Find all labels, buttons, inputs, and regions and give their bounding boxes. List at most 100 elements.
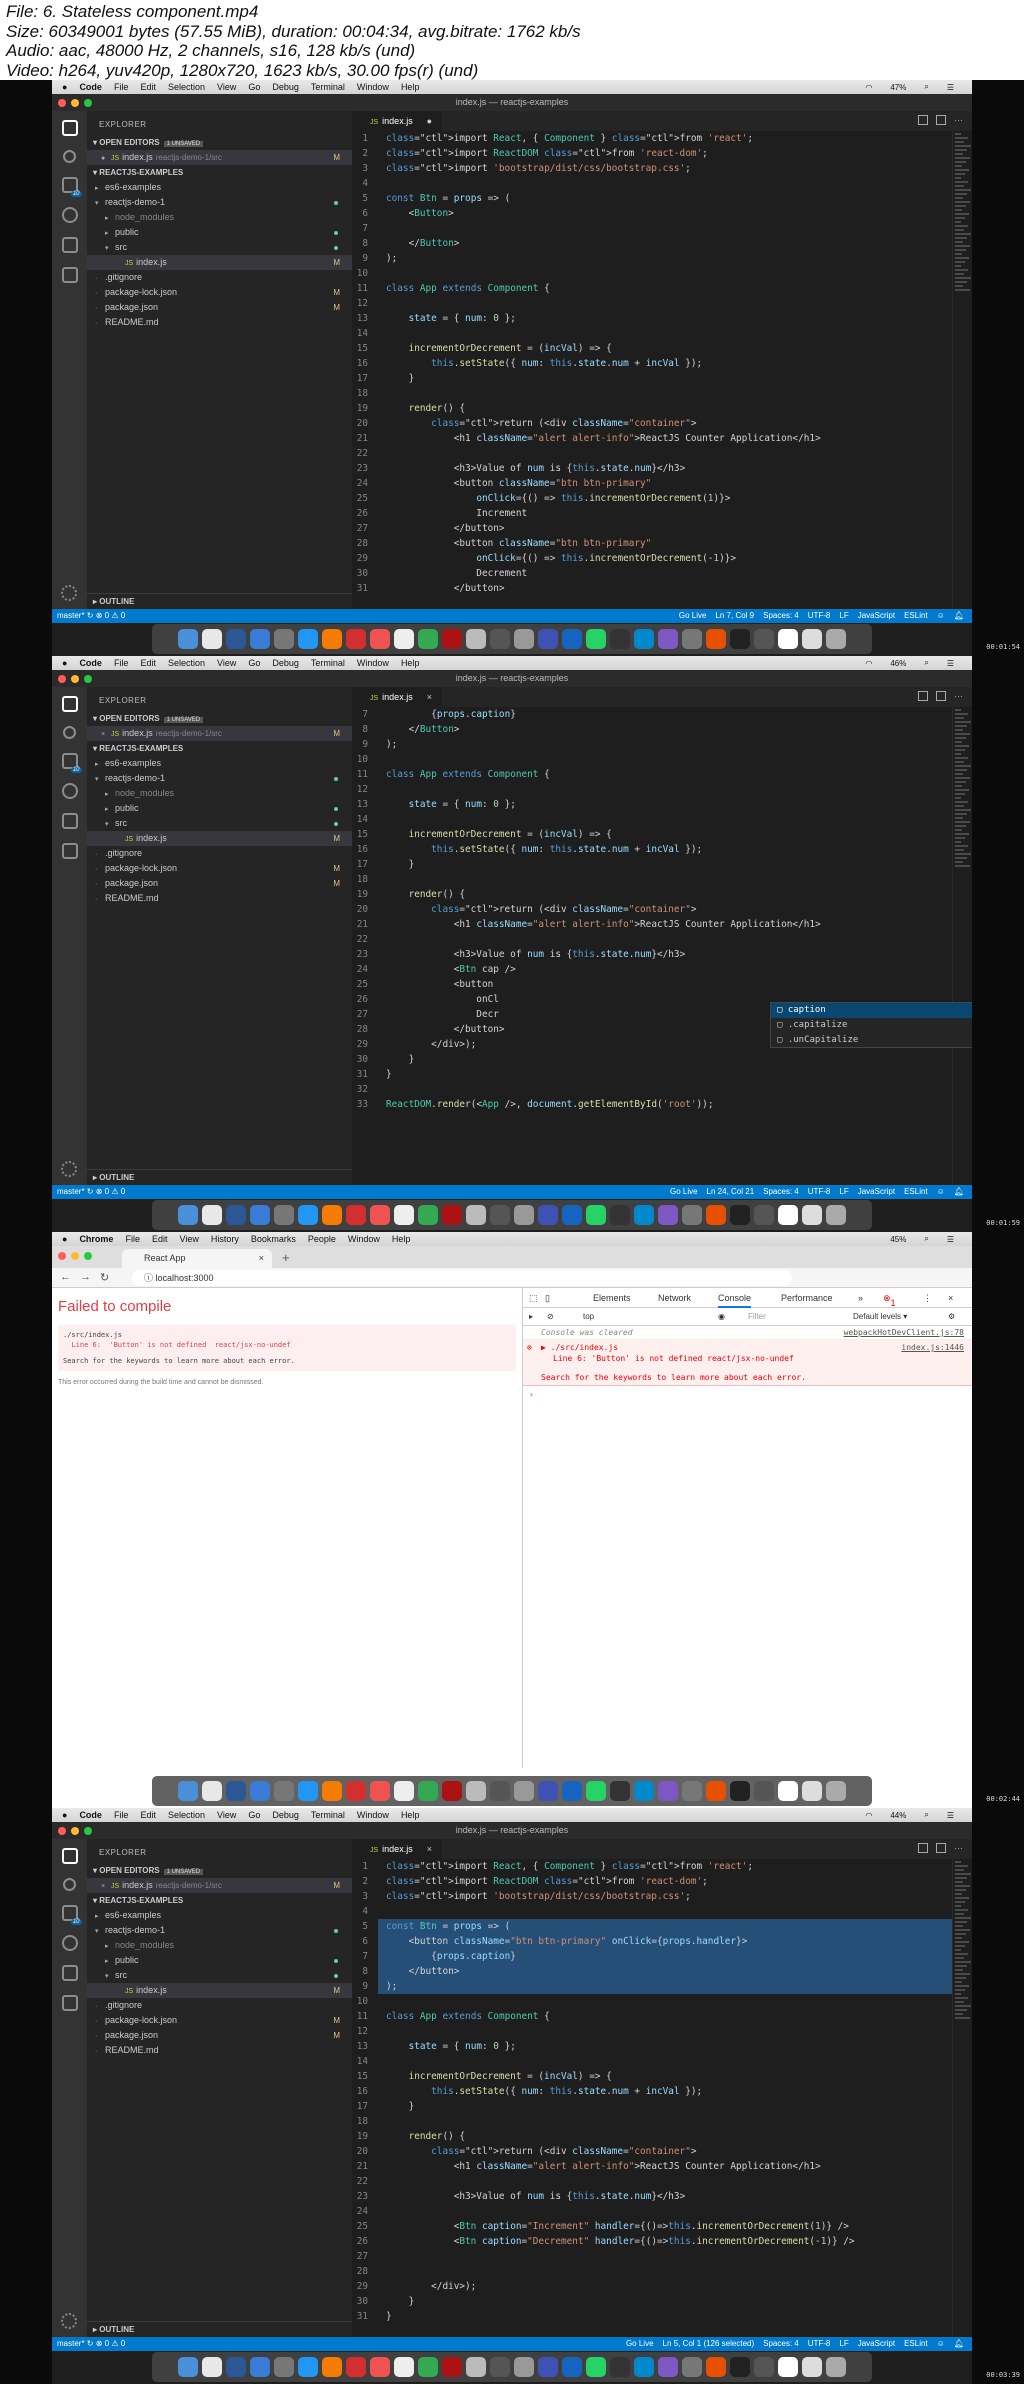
code-line[interactable]: 32 (352, 1082, 952, 1097)
code-line[interactable]: 13 state = { num: 0 }; (352, 2039, 952, 2054)
menu-edit[interactable]: Edit (152, 1234, 168, 1244)
dock-app-icon[interactable] (370, 629, 390, 649)
tree-item[interactable]: · .gitignore (87, 846, 352, 861)
dock-app-icon[interactable] (250, 1781, 270, 1801)
tree-item[interactable]: ▾ src (87, 240, 352, 255)
tree-item[interactable]: ▸ node_modules (87, 210, 352, 225)
menu-bookmarks[interactable]: Bookmarks (251, 1234, 296, 1244)
debug-icon[interactable] (61, 783, 78, 799)
dock-app-icon[interactable] (490, 1781, 510, 1801)
code-line[interactable]: 24 <Btn cap /> (352, 962, 952, 977)
dock-app-icon[interactable] (706, 629, 726, 649)
dock-app-icon[interactable] (754, 629, 774, 649)
code-line[interactable]: 15 incrementOrDecrement = (incVal) => { (352, 341, 952, 356)
more-actions-icon[interactable]: ··· (954, 1843, 964, 1853)
dock-app-icon[interactable] (202, 1781, 222, 1801)
open-editor-item[interactable]: × JS index.js reactjs-demo-1/src M (87, 1878, 352, 1893)
encoding[interactable]: UTF-8 (808, 2339, 831, 2348)
dock-app-icon[interactable] (442, 1205, 462, 1225)
code-line[interactable]: 22 (352, 932, 952, 947)
more-tabs-icon[interactable]: » (858, 1293, 863, 1303)
project-section[interactable]: ▾ REACTJS-EXAMPLES (87, 1893, 352, 1908)
code-line[interactable]: 8 </Button> (352, 236, 952, 251)
extensions-icon[interactable] (61, 237, 78, 253)
dock-app-icon[interactable] (514, 1781, 534, 1801)
open-editors-section[interactable]: ▾ OPEN EDITORS 1 UNSAVED (87, 135, 352, 150)
dock-app-icon[interactable] (466, 629, 486, 649)
code-line[interactable]: 20 class="ctl">return (<div className="c… (352, 416, 952, 431)
code-line[interactable]: 23 <h3>Value of num is {this.state.num}<… (352, 947, 952, 962)
dock-app-icon[interactable] (322, 629, 342, 649)
search-icon[interactable] (63, 1878, 76, 1891)
sync-icon[interactable]: ↻ (87, 2339, 94, 2348)
open-editors-section[interactable]: ▾ OPEN EDITORS 1 UNSAVED (87, 1863, 352, 1878)
dock-app-icon[interactable] (730, 629, 750, 649)
dock-app-icon[interactable] (490, 629, 510, 649)
code-line[interactable]: 21 <h1 className="alert alert-info">Reac… (352, 917, 952, 932)
source-control-icon[interactable]: 10 (61, 1905, 82, 1925)
menu-people[interactable]: People (308, 1234, 336, 1244)
more-icon[interactable]: ⋮ (923, 1293, 932, 1304)
code-line[interactable]: 9); (352, 251, 952, 266)
tree-item[interactable]: JS index.js M (87, 1983, 352, 1998)
dock-app-icon[interactable] (730, 2357, 750, 2377)
tab-index-js[interactable]: JS index.js ● (352, 111, 442, 131)
dock-app-icon[interactable] (658, 1781, 678, 1801)
dock-app-icon[interactable] (634, 1781, 654, 1801)
code-line[interactable]: 30 } (352, 2294, 952, 2309)
dock-app-icon[interactable] (322, 1205, 342, 1225)
code-area[interactable]: 1 class="ctl">import React, { Component }… (352, 1859, 952, 2337)
remote-icon[interactable] (61, 843, 78, 859)
bell-icon[interactable]: 🔔︎ (954, 1187, 964, 1196)
search-icon[interactable] (63, 150, 76, 163)
dock-app-icon[interactable] (322, 2357, 342, 2377)
go-live-button[interactable]: Go Live (670, 1187, 698, 1196)
autocomplete-item[interactable]: ▢ .capitalize (771, 1018, 972, 1033)
close-icon[interactable]: × (101, 727, 111, 742)
eol[interactable]: LF (839, 1187, 848, 1196)
menu-edit[interactable]: Edit (140, 82, 156, 92)
tree-item[interactable]: · README.md (87, 891, 352, 906)
search-icon[interactable]: ⌕ (924, 82, 928, 92)
dock-app-icon[interactable] (586, 1205, 606, 1225)
problems-count[interactable]: ⊗ 0 ⚠ 0 (96, 1187, 125, 1196)
menu-help[interactable]: Help (401, 658, 420, 668)
go-live-button[interactable]: Go Live (626, 2339, 654, 2348)
apple-icon[interactable]: ● (62, 1234, 67, 1244)
menu-file[interactable]: File (114, 1810, 129, 1820)
dock-app-icon[interactable] (178, 1781, 198, 1801)
dock-app-icon[interactable] (538, 629, 558, 649)
dock-app-icon[interactable] (706, 1205, 726, 1225)
dock-app-icon[interactable] (826, 2357, 846, 2377)
code-line[interactable]: 19 render() { (352, 2129, 952, 2144)
dock-app-icon[interactable] (226, 1781, 246, 1801)
tree-item[interactable]: ▸ es6-examples (87, 180, 352, 195)
code-line[interactable]: 18 (352, 872, 952, 887)
dock-app-icon[interactable] (730, 1205, 750, 1225)
split-editor-icon[interactable] (936, 691, 946, 701)
code-line[interactable]: 4 (352, 176, 952, 191)
problems-count[interactable]: ⊗ 0 ⚠ 0 (96, 611, 125, 620)
code-line[interactable]: 16 this.setState({ num: this.state.num +… (352, 2084, 952, 2099)
dock-app-icon[interactable] (418, 1781, 438, 1801)
minimize-window-icon[interactable] (71, 99, 79, 107)
dock-app-icon[interactable] (562, 1205, 582, 1225)
tree-item[interactable]: · package-lock.json M (87, 2013, 352, 2028)
menu-go[interactable]: Go (248, 658, 260, 668)
minimap[interactable] (952, 131, 972, 609)
menu-selection[interactable]: Selection (168, 1810, 205, 1820)
tree-item[interactable]: ▾ reactjs-demo-1 (87, 1923, 352, 1938)
language-mode[interactable]: JavaScript (858, 1187, 895, 1196)
code-line[interactable]: 28 (352, 2264, 952, 2279)
menu-window[interactable]: Window (357, 658, 389, 668)
dock-app-icon[interactable] (610, 629, 630, 649)
autocomplete-item[interactable]: ▢ .unCapitalize (771, 1033, 972, 1048)
tree-item[interactable]: ▸ node_modules (87, 786, 352, 801)
dock-app-icon[interactable] (586, 1781, 606, 1801)
dock-app-icon[interactable] (442, 1781, 462, 1801)
code-line[interactable]: 19 render() { (352, 401, 952, 416)
branch-indicator[interactable]: master* (57, 1187, 85, 1196)
indentation[interactable]: Spaces: 4 (763, 611, 799, 620)
outline-section[interactable]: ▸ OUTLINE (87, 593, 352, 609)
code-line[interactable]: 11 class App extends Component { (352, 2009, 952, 2024)
